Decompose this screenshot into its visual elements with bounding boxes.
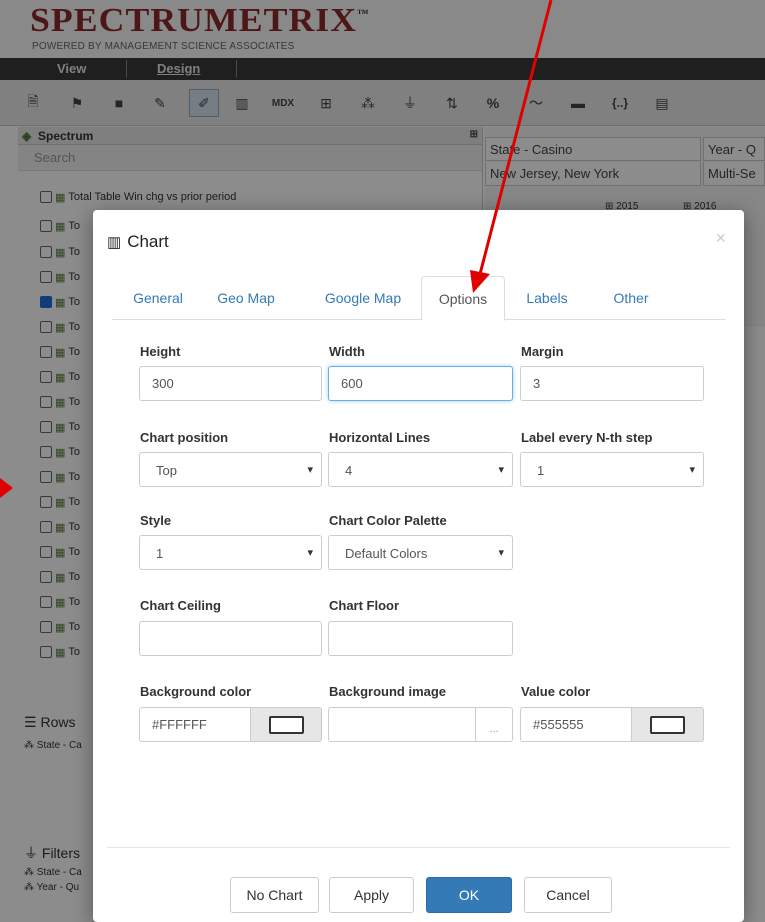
chevron-down-icon: ▾ [498, 464, 504, 476]
width-input[interactable] [328, 366, 513, 401]
value-color-picker[interactable] [631, 707, 704, 742]
palette-select[interactable]: Default Colors ▾ [328, 535, 513, 570]
color-swatch-icon [268, 715, 304, 734]
palette-label: Chart Color Palette [329, 513, 447, 528]
value-color-label: Value color [521, 684, 591, 699]
no-chart-button[interactable]: No Chart [230, 877, 319, 913]
tab-google-map[interactable]: Google Map [308, 276, 418, 320]
chart-dialog: ▥ Chart × General Geo Map Google Map Opt… [93, 210, 744, 922]
chart-icon: ▥ [107, 234, 122, 251]
chart-position-select[interactable]: Top ▾ [139, 452, 322, 487]
floor-input[interactable] [328, 621, 513, 656]
tab-other[interactable]: Other [596, 276, 666, 320]
cancel-button[interactable]: Cancel [524, 877, 612, 913]
floor-label: Chart Floor [329, 598, 400, 613]
tab-options[interactable]: Options [421, 276, 505, 321]
chevron-down-icon: ▾ [307, 464, 313, 476]
tab-geo-map[interactable]: Geo Map [202, 276, 290, 320]
bg-image-label: Background image [329, 684, 447, 699]
margin-label: Margin [521, 344, 564, 359]
chevron-down-icon: ▾ [307, 547, 313, 559]
browse-button[interactable]: ... [475, 707, 513, 742]
dialog-title: ▥ Chart [107, 232, 169, 251]
ok-button[interactable]: OK [426, 877, 512, 913]
tab-labels[interactable]: Labels [512, 276, 582, 320]
chevron-down-icon: ▾ [689, 464, 695, 476]
chart-position-label: Chart position [140, 430, 229, 445]
chevron-down-icon: ▾ [498, 547, 504, 559]
bg-color-picker[interactable] [250, 707, 322, 742]
width-label: Width [329, 344, 365, 359]
horizontal-lines-label: Horizontal Lines [329, 430, 431, 445]
label-step-select[interactable]: 1 ▾ [520, 452, 704, 487]
color-swatch-icon [650, 715, 685, 734]
height-label: Height [140, 344, 181, 359]
style-select[interactable]: 1 ▾ [139, 535, 322, 570]
horizontal-lines-select[interactable]: 4 ▾ [328, 452, 513, 487]
ceiling-input[interactable] [139, 621, 322, 656]
style-label: Style [140, 513, 172, 528]
margin-input[interactable] [520, 366, 704, 401]
apply-button[interactable]: Apply [329, 877, 414, 913]
ceiling-label: Chart Ceiling [140, 598, 221, 613]
dialog-tabs: General Geo Map Google Map Options Label… [112, 276, 726, 321]
height-input[interactable] [139, 366, 322, 401]
bg-color-label: Background color [140, 684, 252, 699]
label-step-label: Label every N-th step [521, 430, 653, 445]
bg-color-input[interactable] [139, 707, 251, 742]
tab-general[interactable]: General [112, 276, 204, 320]
value-color-input[interactable] [520, 707, 632, 742]
bg-image-input[interactable] [328, 707, 476, 742]
footer-divider [107, 847, 730, 848]
close-icon[interactable]: × [715, 228, 726, 249]
